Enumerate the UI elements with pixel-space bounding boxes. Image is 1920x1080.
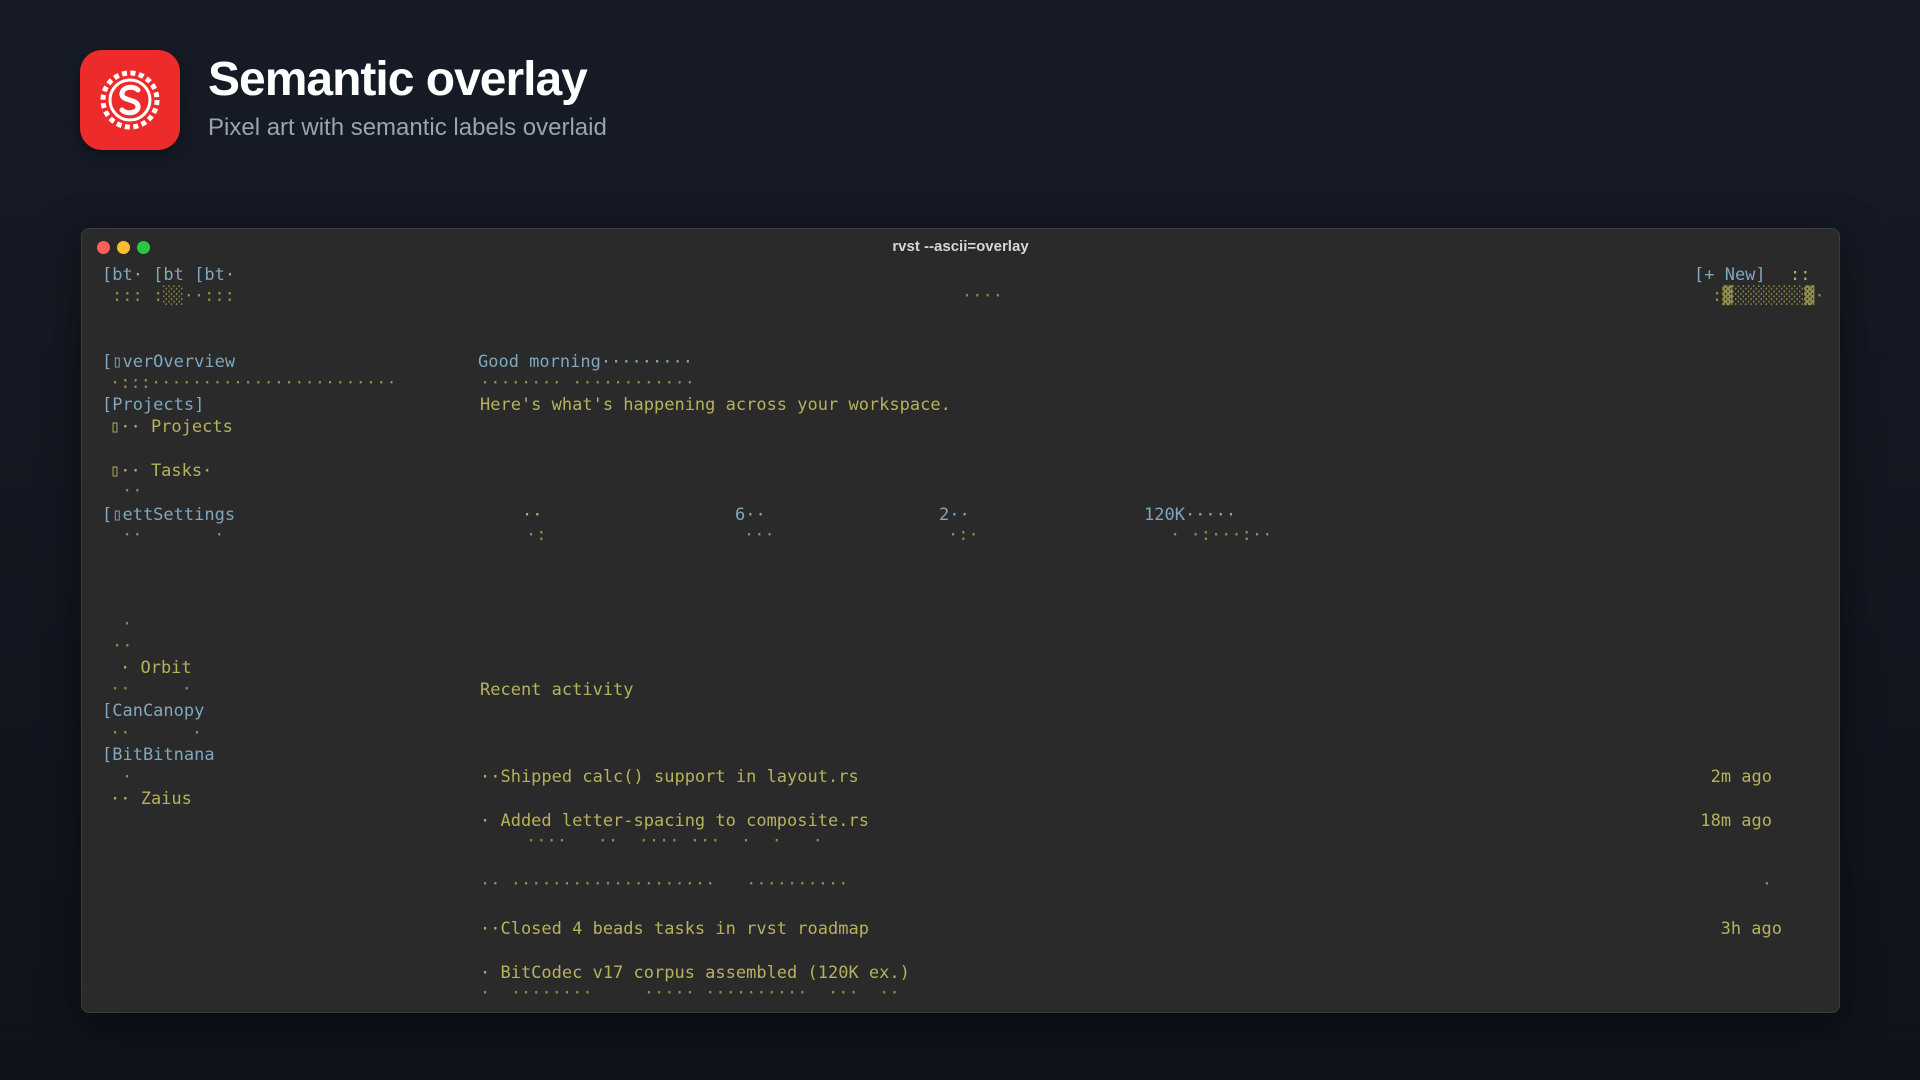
sidebar-item-projects[interactable]: ▯·· Projects <box>110 417 233 437</box>
tab-strip-dots: ::: :░░··::: <box>112 286 235 306</box>
sidebar-group-projects[interactable]: [Projects] <box>102 395 204 415</box>
sidebar-gap-dot-2: ·· <box>112 636 133 656</box>
app-logo <box>80 50 180 150</box>
sidebar-item-zaius[interactable]: ·· Zaius <box>110 789 192 809</box>
stat-card-1-dots: ·: <box>526 525 547 545</box>
sidebar-canopy-dots: ·· · <box>110 723 203 743</box>
center-dots: ···· <box>962 286 1003 306</box>
stat-card-1-value: ·· <box>522 505 543 525</box>
sidebar-item-tasks[interactable]: ▯·· Tasks· <box>110 461 212 481</box>
stat-card-4-dots: · ·:···:·· <box>1170 525 1273 545</box>
workspace-intro: Here's what's happening across your work… <box>480 395 951 415</box>
activity-row-2-dots: ···· ·· ···· ··· · · · <box>526 831 823 851</box>
activity-row-2-text[interactable]: · Added letter-spacing to composite.rs <box>480 811 869 831</box>
new-button-bar: :▓░░░░░░░▓· <box>1712 286 1825 306</box>
activity-row-1-time: 2m ago <box>1710 767 1772 787</box>
sidebar-overview-dots: ·:::························ <box>110 373 397 393</box>
sidebar-bitnana-dots: · <box>122 767 133 787</box>
terminal-window: rvst --ascii=overlay [bt· [bt [bt· ::: :… <box>81 228 1840 1013</box>
page-subtitle: Pixel art with semantic labels overlaid <box>208 114 607 141</box>
stat-card-2-value: 6·· <box>735 505 766 525</box>
activity-row-3-text[interactable]: ·· ···················· ·········· <box>480 874 848 894</box>
recent-activity-title: Recent activity <box>480 680 634 700</box>
sidebar-item-overview[interactable]: [▯verOverview <box>102 352 235 372</box>
tab-strip[interactable]: [bt· [bt [bt· <box>102 265 235 285</box>
sidebar-tasks-dots: ·· <box>122 481 143 501</box>
new-button-dots: :: <box>1790 265 1811 285</box>
greeting: Good morning········· <box>478 352 693 372</box>
sidebar-settings-dots: ·· · <box>122 525 225 545</box>
activity-row-3-time: · <box>1761 874 1772 894</box>
activity-row-5-text[interactable]: · BitCodec v17 corpus assembled (120K ex… <box>480 963 910 983</box>
stat-card-4-value: 120K····· <box>1144 505 1237 525</box>
sidebar-item-bitnana[interactable]: [BitBitnana <box>102 745 215 765</box>
activity-row-4-time: 3h ago <box>1720 919 1782 939</box>
svelte-logo-icon <box>100 70 160 130</box>
window-title: rvst --ascii=overlay <box>892 238 1029 255</box>
activity-row-5-dots: · ········ ····· ·········· ··· ·· <box>480 983 900 1003</box>
stat-card-2-dots: ··· <box>744 525 775 545</box>
sidebar-item-canopy[interactable]: [CanCanopy <box>102 701 204 721</box>
sidebar-item-settings[interactable]: [▯ettSettings <box>102 505 235 525</box>
activity-row-2-time: 18m ago <box>1700 811 1772 831</box>
sidebar-gap-dot-1: · <box>122 614 133 634</box>
activity-row-1-text[interactable]: ··Shipped calc() support in layout.rs <box>480 767 859 787</box>
new-button[interactable]: [+ New] <box>1694 265 1766 285</box>
greeting-dots: ········ ············ <box>480 373 695 393</box>
sidebar-orbit-dots: ·· · <box>110 679 192 699</box>
stat-card-3-value: 2·· <box>939 505 970 525</box>
page-title: Semantic overlay <box>208 53 588 106</box>
activity-row-4-text[interactable]: ··Closed 4 beads tasks in rvst roadmap <box>480 919 869 939</box>
sidebar-item-orbit[interactable]: · Orbit <box>120 658 192 678</box>
stat-card-3-dots: ·:· <box>948 525 979 545</box>
